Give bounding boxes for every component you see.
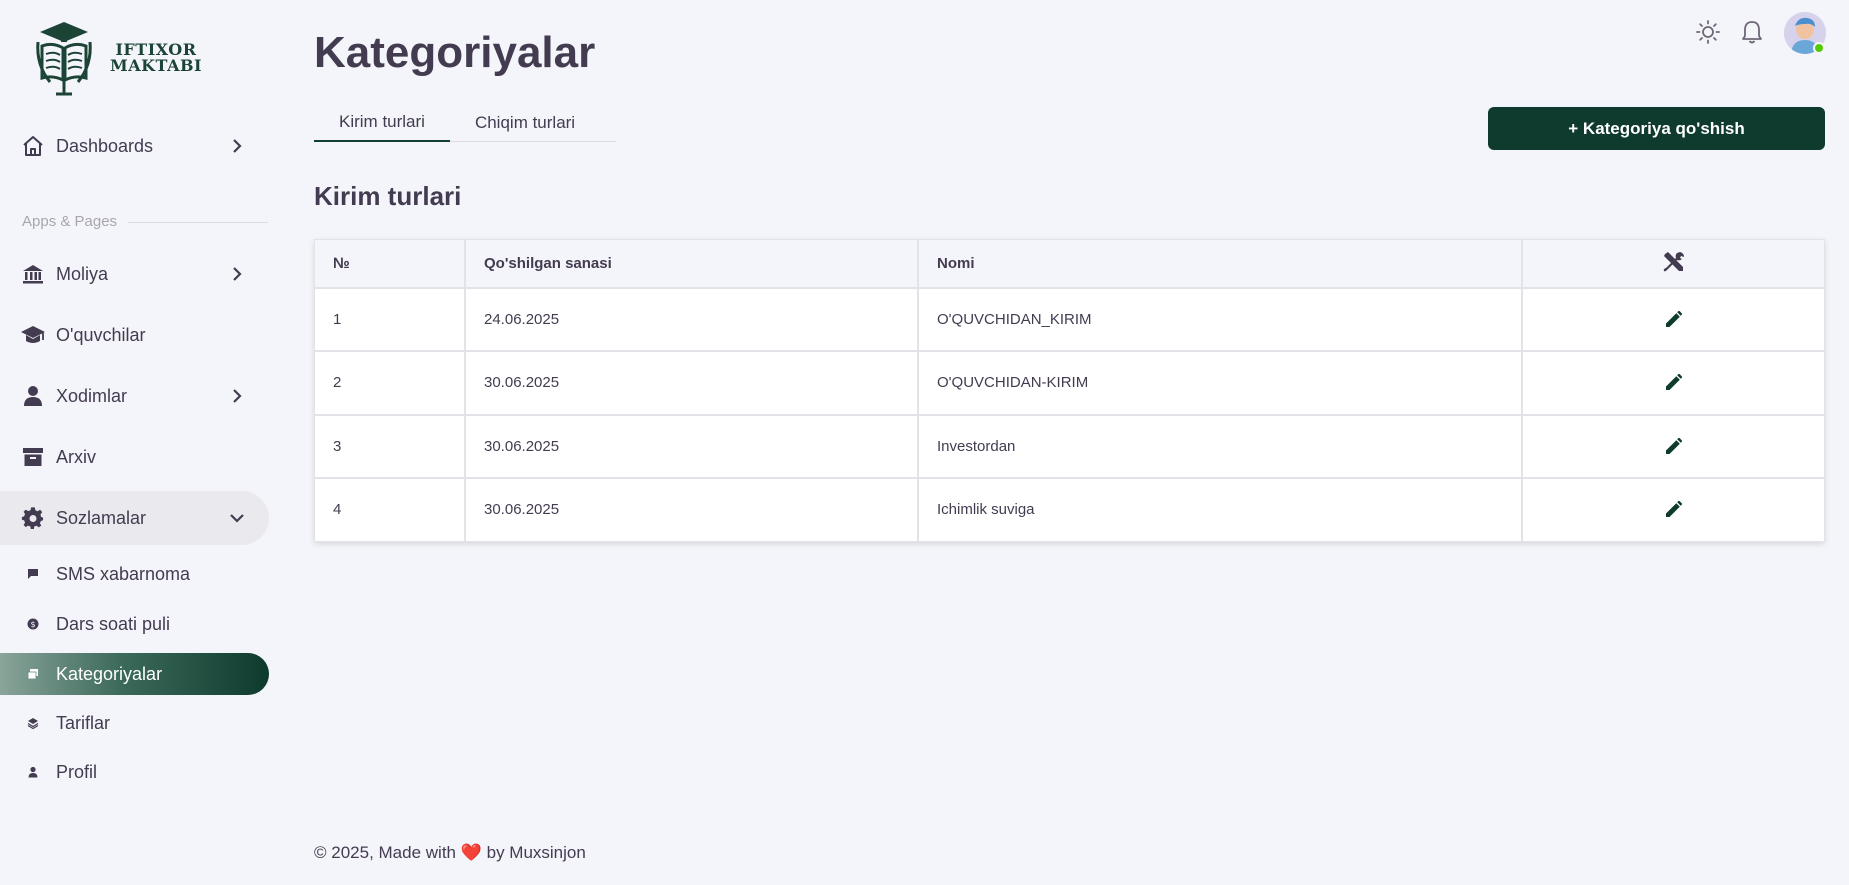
cell-number: 1 — [315, 288, 466, 353]
cell-name: O'QUVCHIDAN-KIRIM — [918, 351, 1523, 416]
cell-actions — [1522, 351, 1824, 416]
sidebar-item-label: Dashboards — [56, 135, 154, 156]
sidebar-item-xodimlar[interactable]: Xodimlar — [0, 369, 269, 423]
sidebar-item-label: Sozlamalar — [56, 507, 147, 528]
wrench-screwdriver-icon — [1663, 251, 1684, 271]
sidebar-subitem-dars-soati[interactable]: $ Dars soati puli — [0, 603, 269, 645]
graduation-cap-icon — [20, 322, 46, 348]
sidebar-subitem-kategoriyalar[interactable]: Kategoriyalar — [0, 653, 269, 695]
sidebar-subitem-tariflar[interactable]: Tariflar — [0, 702, 269, 744]
table-row: 3 30.06.2025 Investordan — [315, 414, 1824, 479]
footer: © 2025, Made with ❤️ by Muxsinjon — [314, 843, 586, 863]
cell-date: 24.06.2025 — [465, 288, 919, 353]
message-icon — [26, 567, 40, 581]
brand-line-2: MAKTABI — [110, 56, 202, 75]
book-tree-logo-icon — [36, 22, 92, 96]
cell-number: 2 — [315, 351, 466, 416]
column-header-name: Nomi — [918, 240, 1523, 289]
cards-icon — [26, 667, 40, 681]
column-header-actions — [1522, 240, 1824, 289]
tab-kirim-turlari[interactable]: Kirim turlari — [314, 104, 450, 142]
sidebar-subitem-label: SMS xabarnoma — [56, 563, 191, 584]
gear-icon — [20, 505, 46, 531]
brand-logo[interactable]: IFTIXOR MAKTABI — [34, 20, 202, 96]
sidebar-subitem-label: Profil — [56, 761, 98, 782]
cell-name: O'QUVCHIDAN_KIRIM — [918, 288, 1523, 353]
table-header-row: № Qo'shilgan sanasi Nomi — [315, 240, 1824, 289]
sidebar-item-oquvchilar[interactable]: O'quvchilar — [0, 308, 269, 362]
cell-number: 4 — [315, 477, 466, 541]
sidebar-subitem-label: Dars soati puli — [56, 613, 171, 634]
cell-actions — [1522, 288, 1824, 353]
sidebar-subitem-label: Kategoriyalar — [56, 663, 163, 684]
archive-icon — [20, 444, 46, 470]
sidebar-item-sozlamalar[interactable]: Sozlamalar — [0, 491, 269, 545]
page-title: Kategoriyalar — [314, 28, 596, 77]
edit-pencil-icon[interactable] — [1660, 368, 1688, 396]
edit-pencil-icon[interactable] — [1660, 305, 1688, 333]
cell-date: 30.06.2025 — [465, 477, 919, 541]
cell-date: 30.06.2025 — [465, 414, 919, 479]
theme-toggle-sun-icon[interactable] — [1694, 18, 1722, 46]
brand-name: IFTIXOR MAKTABI — [110, 42, 202, 74]
tabs: Kirim turlari Chiqim turlari — [314, 104, 616, 142]
sidebar: IFTIXOR MAKTABI Dashboards Apps & Pages … — [0, 0, 270, 885]
person-icon — [26, 765, 40, 779]
user-icon — [20, 383, 46, 409]
column-header-number: № — [315, 240, 466, 289]
chevron-right-icon — [233, 267, 242, 281]
sidebar-item-arxiv[interactable]: Arxiv — [0, 430, 269, 484]
bank-icon — [20, 261, 46, 287]
home-icon — [20, 133, 46, 159]
section-title: Kirim turlari — [314, 181, 462, 211]
cell-date: 30.06.2025 — [465, 351, 919, 416]
sidebar-subitem-label: Tariflar — [56, 712, 111, 733]
table-row: 4 30.06.2025 Ichimlik suviga — [315, 477, 1824, 541]
categories-table: № Qo'shilgan sanasi Nomi 1 24.06.2025 O'… — [314, 239, 1825, 542]
cell-name: Investordan — [918, 414, 1523, 479]
add-category-button[interactable]: + Kategoriya qo'shish — [1488, 107, 1825, 150]
sidebar-item-label: Xodimlar — [56, 385, 128, 406]
sidebar-subitem-sms[interactable]: SMS xabarnoma — [0, 553, 269, 595]
cell-name: Ichimlik suviga — [918, 477, 1523, 541]
sidebar-item-label: Moliya — [56, 263, 109, 284]
sidebar-item-label: Arxiv — [56, 446, 96, 467]
sidebar-subitem-profil[interactable]: Profil — [0, 751, 269, 793]
chevron-down-icon — [230, 514, 244, 523]
column-header-date: Qo'shilgan sanasi — [465, 240, 919, 289]
footer-prefix: © 2025, Made with — [314, 843, 461, 862]
heart-icon: ❤️ — [460, 843, 482, 862]
cell-actions — [1522, 478, 1824, 541]
online-status-dot — [1813, 42, 1825, 54]
section-label: Apps & Pages — [22, 213, 118, 230]
table-row: 1 24.06.2025 O'QUVCHIDAN_KIRIM — [315, 288, 1824, 353]
notification-bell-icon[interactable] — [1738, 18, 1766, 46]
svg-text:$: $ — [30, 620, 35, 629]
sidebar-item-dashboards[interactable]: Dashboards — [0, 119, 269, 173]
sidebar-item-moliya[interactable]: Moliya — [0, 247, 269, 301]
coin-icon: $ — [26, 617, 40, 631]
footer-suffix: by Muxsinjon — [481, 843, 586, 862]
chevron-right-icon — [233, 139, 242, 153]
table-row: 2 30.06.2025 O'QUVCHIDAN-KIRIM — [315, 351, 1824, 416]
edit-pencil-icon[interactable] — [1660, 432, 1688, 460]
edit-pencil-icon[interactable] — [1660, 495, 1688, 523]
tab-chiqim-turlari[interactable]: Chiqim turlari — [450, 104, 600, 142]
section-divider — [128, 222, 268, 223]
chevron-right-icon — [233, 389, 242, 403]
cell-actions — [1522, 414, 1824, 479]
cell-number: 3 — [315, 414, 466, 479]
layers-icon — [26, 716, 40, 730]
sidebar-item-label: O'quvchilar — [56, 324, 146, 345]
